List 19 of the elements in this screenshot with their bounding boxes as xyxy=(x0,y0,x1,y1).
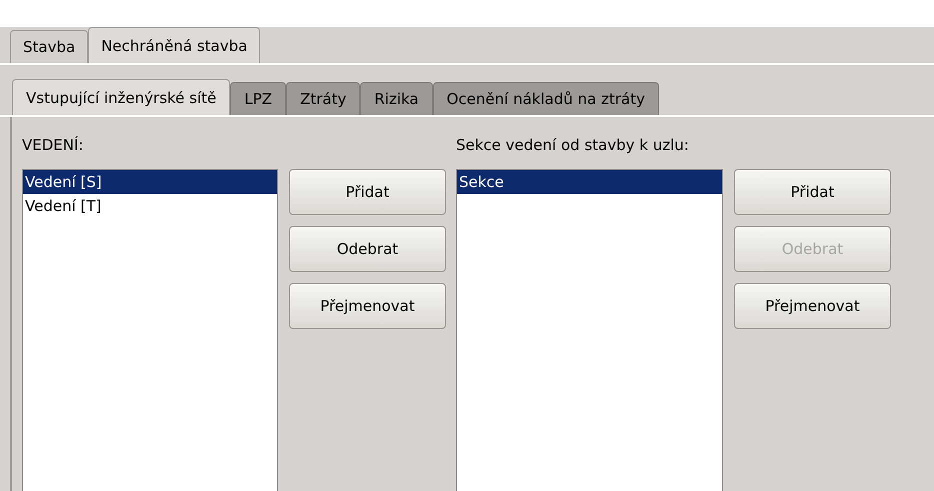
list-label: Sekce vedení od stavby k uzlu: xyxy=(456,135,690,155)
tab[interactable]: Vstupující inženýrské sítě xyxy=(12,79,230,115)
action-button[interactable]: Přidat xyxy=(734,169,891,215)
list-box[interactable]: Sekce xyxy=(456,169,723,491)
action-button[interactable]: Přejmenovat xyxy=(734,283,891,329)
action-button[interactable]: Přejmenovat xyxy=(289,283,446,329)
tab[interactable]: Nechráněná stavba xyxy=(88,27,260,63)
list-item[interactable]: Sekce xyxy=(457,170,722,194)
action-button[interactable]: Odebrat xyxy=(289,226,446,272)
action-button[interactable]: Přidat xyxy=(289,169,446,215)
tab[interactable]: Stavba xyxy=(10,30,88,63)
tab[interactable]: Ztráty xyxy=(286,82,360,115)
tab[interactable]: Rizika xyxy=(360,82,433,115)
list-box[interactable]: Vedení [S] Vedení [T] xyxy=(22,169,278,491)
list-item[interactable]: Vedení [S] xyxy=(23,170,277,194)
list-label: VEDENÍ: xyxy=(22,135,84,155)
tab[interactable]: LPZ xyxy=(230,82,286,115)
tab[interactable]: Ocenění nákladů na ztráty xyxy=(432,82,659,115)
list-item[interactable]: Vedení [T] xyxy=(23,194,277,218)
